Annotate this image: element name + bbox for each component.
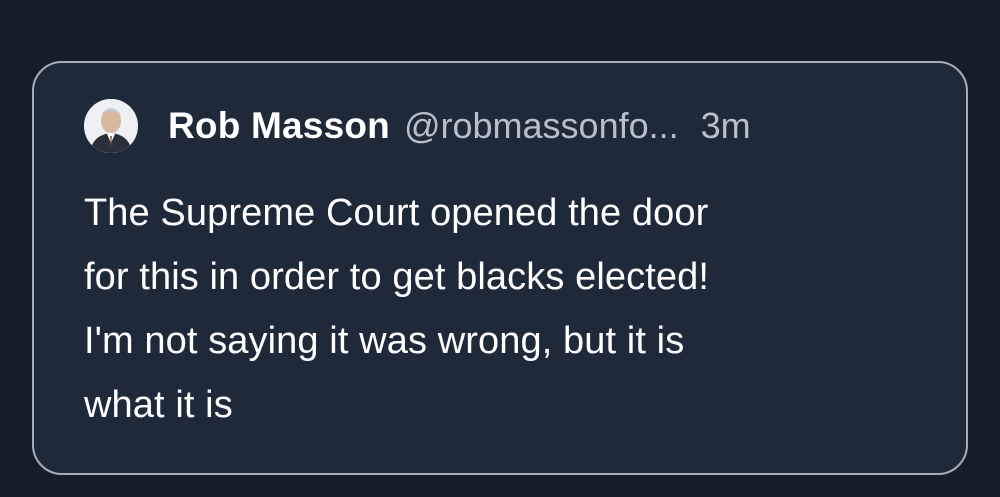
author-handle[interactable]: @robmassonfo... (404, 105, 679, 147)
tweet-text: The Supreme Court opened the door for th… (84, 181, 924, 437)
tweet-text-line: I'm not saying it was wrong, but it is (84, 320, 685, 362)
page: Rob Masson @robmassonfo... 3m The Suprem… (0, 0, 1000, 497)
quoted-tweet-card[interactable]: Rob Masson @robmassonfo... 3m The Suprem… (32, 61, 968, 475)
tweet-text-line: for this in order to get blacks elected! (84, 256, 709, 298)
tweet-timestamp[interactable]: 3m (701, 105, 751, 147)
tweet-text-line: what it is (84, 384, 233, 426)
tweet-header: Rob Masson @robmassonfo... 3m (84, 99, 751, 153)
author-name[interactable]: Rob Masson (168, 105, 390, 147)
avatar[interactable] (84, 99, 138, 153)
avatar-icon (84, 99, 138, 153)
tweet-text-line: The Supreme Court opened the door (84, 192, 709, 234)
